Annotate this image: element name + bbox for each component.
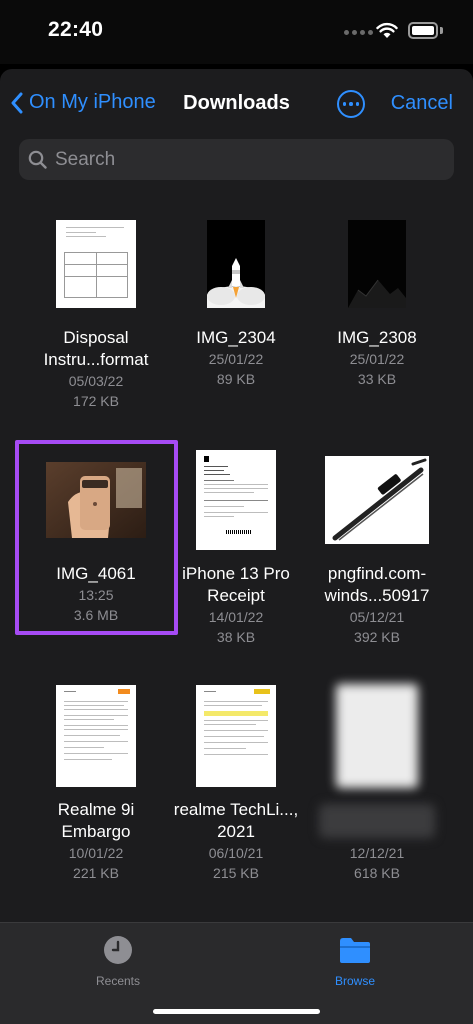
search-input[interactable]: [55, 148, 435, 171]
blurred-file-name: [319, 804, 435, 838]
file-size: 89 KB: [216, 371, 256, 387]
file-size: 172 KB: [73, 393, 119, 409]
file-name: IMG_2304: [196, 328, 276, 347]
file-name: Disposal Instru...format: [43, 328, 149, 369]
status-time: 22:40: [48, 18, 104, 41]
file-date: 10/01/22: [68, 845, 124, 861]
file-item[interactable]: IMG_2304 25/01/22 89 KB: [161, 209, 311, 389]
file-size: 392 KB: [354, 629, 400, 645]
document-thumbnail: [196, 685, 276, 787]
tab-label: Recents: [95, 974, 141, 988]
cancel-button[interactable]: Cancel: [391, 92, 453, 115]
cellular-signal-icon: [344, 30, 373, 35]
home-indicator: [153, 1009, 320, 1014]
selection-highlight: [15, 440, 178, 635]
file-item[interactable]: IMG_2308 25/01/22 33 KB: [302, 209, 452, 389]
clock-icon: [104, 936, 132, 964]
file-item[interactable]: 12/12/21 618 KB: [302, 681, 452, 883]
file-name: iPhone 13 Pro Receipt: [182, 564, 290, 605]
battery-icon: [408, 22, 438, 39]
wiper-image-thumbnail: [325, 456, 429, 544]
file-size: 215 KB: [213, 865, 259, 881]
file-date: 12/12/21: [349, 845, 405, 861]
file-item[interactable]: iPhone 13 Pro Receipt 14/01/22 38 KB: [161, 445, 311, 647]
file-name: Realme 9i Embargo: [57, 800, 135, 841]
file-date: 25/01/22: [349, 351, 405, 367]
blurred-thumbnail: [336, 684, 418, 788]
wifi-icon: [376, 22, 398, 38]
page-title: Downloads: [183, 92, 290, 114]
receipt-thumbnail: [196, 450, 276, 550]
tab-label: Browse: [334, 974, 375, 988]
mountain-photo-thumbnail: [348, 220, 406, 308]
search-field[interactable]: [19, 139, 454, 180]
file-date: 05/12/21: [349, 609, 405, 625]
folder-icon: [340, 938, 370, 963]
document-thumbnail: [56, 685, 136, 787]
document-thumbnail: [56, 220, 136, 308]
status-bar: 22:40: [0, 0, 473, 64]
file-name: realme TechLi..., 2021: [173, 800, 299, 841]
file-size: 618 KB: [354, 865, 400, 881]
file-name: IMG_2308: [337, 328, 417, 347]
file-size: 33 KB: [357, 371, 397, 387]
more-options-button[interactable]: [337, 90, 365, 118]
rocket-photo-thumbnail: [207, 220, 265, 308]
file-date: 25/01/22: [208, 351, 264, 367]
file-item[interactable]: Realme 9i Embargo 10/01/22 221 KB: [21, 681, 171, 883]
file-name: pngfind.com-winds...50917: [324, 564, 430, 605]
file-item[interactable]: realme TechLi..., 2021 06/10/21 215 KB: [161, 681, 311, 883]
file-item[interactable]: Disposal Instru...format 05/03/22 172 KB: [21, 209, 171, 411]
tab-recents[interactable]: Recents: [58, 935, 178, 988]
files-sheet: On My iPhone Downloads Cancel Search Dis…: [0, 69, 473, 1024]
file-size: 221 KB: [73, 865, 119, 881]
file-date: 14/01/22: [208, 609, 264, 625]
ellipsis-icon: [342, 102, 347, 106]
tab-browse[interactable]: Browse: [295, 935, 415, 988]
file-date: 05/03/22: [68, 373, 124, 389]
file-size: 38 KB: [216, 629, 256, 645]
search-icon: [28, 150, 47, 169]
navigation-bar: On My iPhone Downloads Cancel: [0, 69, 473, 139]
tab-bar: Recents Browse: [0, 922, 473, 1024]
file-item[interactable]: pngfind.com-winds...50917 05/12/21 392 K…: [302, 445, 452, 647]
file-date: 06/10/21: [208, 845, 264, 861]
